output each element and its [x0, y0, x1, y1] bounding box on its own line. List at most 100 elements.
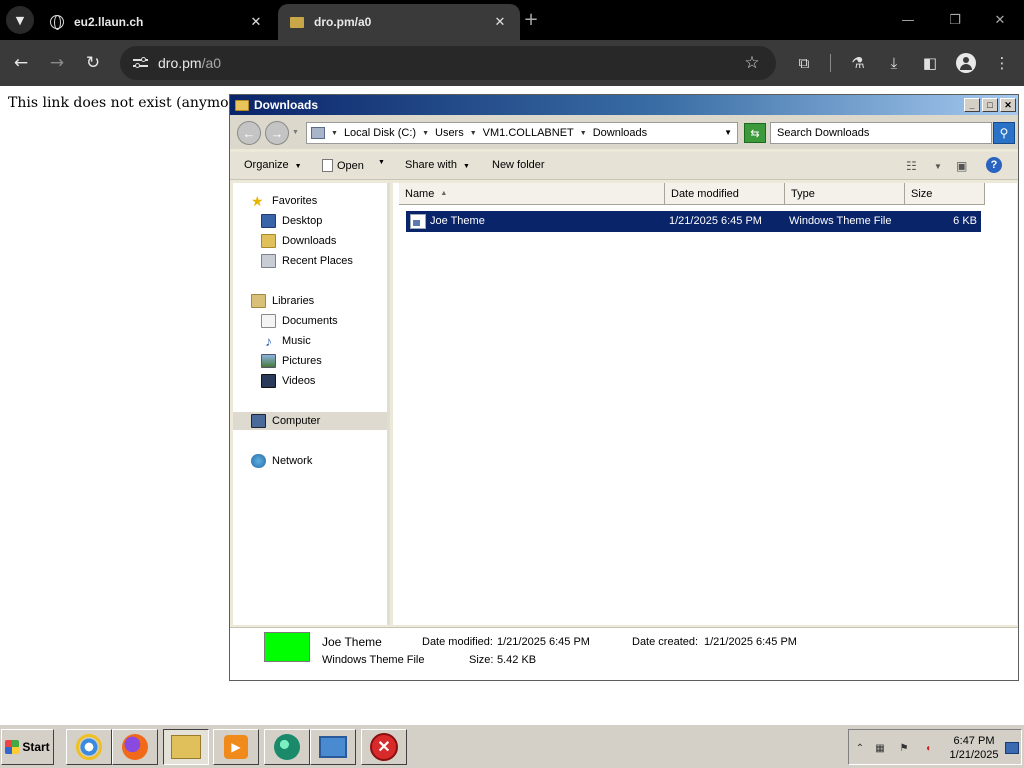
nav-item-network[interactable]: Network [251, 452, 312, 470]
minimize-button[interactable]: _ [964, 98, 980, 112]
forward-arrow-icon[interactable]: → [44, 50, 70, 76]
column-header-size[interactable]: Size [905, 183, 985, 205]
column-header-name[interactable]: Name ▲ [399, 183, 665, 205]
close-button[interactable]: ✕ [1000, 98, 1016, 112]
window-titlebar[interactable]: Downloads _ □ ✕ [230, 95, 1018, 115]
profile-icon[interactable] [954, 51, 978, 75]
nav-item-recent-places[interactable]: Recent Places [261, 252, 353, 270]
organize-button[interactable]: Organize ▼ [244, 159, 302, 171]
chevron-down-icon[interactable]: ▼ [580, 130, 587, 137]
address-bar[interactable]: dro.pm/a0 ☆ [120, 46, 776, 80]
nav-item-downloads[interactable]: Downloads [261, 232, 336, 250]
forward-arrow-icon[interactable]: → [265, 121, 289, 145]
new-folder-button[interactable]: New folder [492, 159, 545, 171]
maximize-button[interactable]: □ [982, 98, 998, 112]
volume-muted-icon[interactable]: ◖ [921, 742, 935, 754]
chevron-up-icon[interactable]: ⌃ [853, 742, 867, 754]
breadcrumb-vm1-collabnet[interactable]: VM1.COLLABNET [483, 127, 574, 139]
url-host: dro.pm [158, 55, 202, 71]
nav-item-computer[interactable]: Computer [233, 412, 387, 430]
extensions-icon[interactable]: ⧉ [792, 51, 816, 75]
site-settings-icon[interactable] [132, 54, 150, 72]
breadcrumb[interactable]: ▼ Local Disk (C:) ▼ Users ▼ VM1.COLLABNE… [306, 122, 738, 144]
close-icon[interactable]: ✕ [492, 14, 508, 30]
media-player-icon: ▶ [224, 735, 248, 759]
window-close-icon[interactable]: ✕ [990, 10, 1010, 30]
view-dropdown-icon[interactable]: ▼ [934, 162, 942, 171]
browser-toolbar: ← → ↻ dro.pm/a0 ☆ ⧉ ⚗ ⤓ ◧ ⋮ [0, 40, 1024, 86]
taskbar-firefox[interactable] [112, 729, 158, 765]
nav-item-desktop[interactable]: Desktop [261, 212, 322, 230]
toolbar-separator [830, 54, 831, 72]
flag-icon[interactable]: ⚑ [897, 742, 911, 754]
tab-dro-pm[interactable]: dro.pm/a0 ✕ [278, 4, 520, 40]
restore-icon[interactable]: ❐ [945, 10, 965, 30]
open-label: Open [337, 160, 364, 172]
search-icon[interactable]: ⚲ [993, 122, 1015, 144]
folder-icon [235, 99, 249, 111]
download-icon[interactable]: ⤓ [882, 51, 906, 75]
search-input[interactable]: Search Downloads [770, 122, 992, 144]
back-arrow-icon[interactable]: ← [237, 121, 261, 145]
file-thumbnail [264, 632, 310, 662]
sidepanel-icon[interactable]: ◧ [918, 51, 942, 75]
taskbar-close-app[interactable]: ✕ [361, 729, 407, 765]
taskbar-control-panel[interactable] [310, 729, 356, 765]
start-button[interactable]: Start [1, 729, 54, 765]
nav-label: Computer [272, 415, 321, 427]
change-view-icon[interactable]: ☷ [906, 159, 917, 173]
labs-icon[interactable]: ⚗ [846, 51, 870, 75]
file-type: Windows Theme File [789, 215, 892, 227]
column-header-type[interactable]: Type [785, 183, 905, 205]
breadcrumb-local-disk[interactable]: Local Disk (C:) [344, 127, 416, 139]
chevron-down-icon[interactable]: ▼ [422, 130, 429, 137]
back-arrow-icon[interactable]: ← [8, 50, 34, 76]
nav-item-music[interactable]: ♪ Music [261, 332, 311, 350]
nav-label: Downloads [282, 235, 337, 247]
breadcrumb-users[interactable]: Users [435, 127, 464, 139]
more-icon[interactable]: ⋮ [990, 51, 1014, 75]
open-dropdown-icon[interactable]: ▼ [378, 159, 385, 166]
nav-item-libraries[interactable]: Libraries [251, 292, 314, 310]
close-icon[interactable]: ✕ [248, 14, 264, 30]
taskbar-app-green[interactable] [264, 729, 310, 765]
nav-label: Pictures [282, 355, 322, 367]
file-list: Name ▲ Date modified Type Size Joe Theme … [393, 183, 1017, 625]
firefox-icon [122, 734, 148, 760]
file-name: Joe Theme [430, 215, 485, 227]
nav-item-pictures[interactable]: Pictures [261, 352, 322, 370]
details-file-name: Joe Theme [322, 635, 382, 649]
url-text[interactable]: dro.pm/a0 [158, 55, 742, 71]
network-tray-icon[interactable]: ▦ [873, 742, 887, 754]
chevron-down-icon[interactable]: ▼ [331, 130, 338, 137]
taskbar-explorer[interactable] [163, 729, 209, 765]
chevron-down-icon[interactable]: ▼ [470, 130, 477, 137]
videos-icon [261, 374, 276, 388]
new-tab-icon[interactable]: + [520, 8, 542, 30]
nav-label: Documents [282, 315, 338, 327]
computer-icon [311, 127, 325, 139]
tab-search-icon[interactable]: ▼ [6, 6, 34, 34]
clock[interactable]: 6:47 PM 1/21/2025 [947, 734, 1001, 762]
preview-pane-icon[interactable]: ▣ [956, 159, 967, 173]
recent-pages-chevron-icon[interactable]: ▼ [292, 129, 299, 136]
help-icon[interactable]: ? [986, 157, 1002, 173]
open-button[interactable]: Open [322, 159, 364, 172]
internet-explorer-icon [76, 734, 102, 760]
address-dropdown-icon[interactable]: ▼ [724, 128, 732, 137]
table-row[interactable]: Joe Theme 1/21/2025 6:45 PM Windows Them… [406, 211, 981, 232]
nav-item-favorites[interactable]: ★ Favorites [251, 192, 317, 210]
minimize-icon[interactable]: — [898, 10, 918, 30]
breadcrumb-downloads[interactable]: Downloads [593, 127, 647, 139]
show-desktop-icon[interactable] [1005, 742, 1019, 754]
taskbar-media-player[interactable]: ▶ [213, 729, 259, 765]
refresh-button[interactable]: ⇆ [744, 123, 766, 143]
reload-icon[interactable]: ↻ [80, 50, 106, 76]
column-header-date[interactable]: Date modified [665, 183, 785, 205]
nav-item-documents[interactable]: Documents [261, 312, 338, 330]
star-icon[interactable]: ☆ [742, 53, 762, 73]
nav-item-videos[interactable]: Videos [261, 372, 315, 390]
share-with-button[interactable]: Share with ▼ [405, 159, 470, 171]
tab-eu2-llaun[interactable]: eu2.llaun.ch ✕ [38, 4, 276, 40]
taskbar-internet-explorer[interactable] [66, 729, 112, 765]
